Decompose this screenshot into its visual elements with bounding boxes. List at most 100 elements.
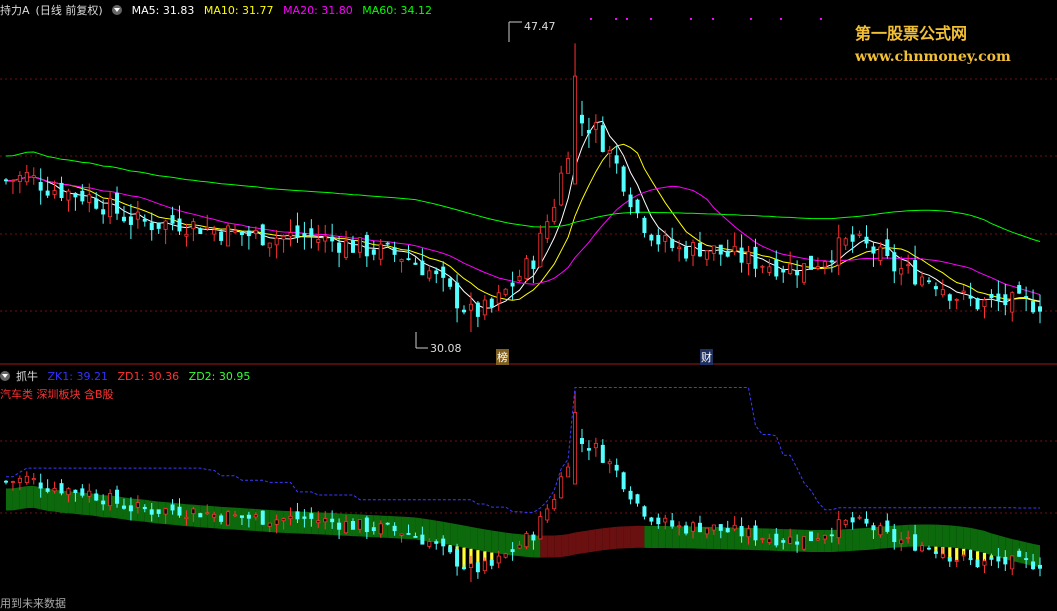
indicator-dropdown-icon[interactable]: [0, 371, 10, 381]
indicator-candle-body: [337, 522, 342, 530]
dropdown-icon[interactable]: [112, 5, 123, 15]
indicator-candle-body: [219, 515, 224, 522]
candle-body: [566, 158, 571, 174]
indicator-candle-body: [288, 515, 293, 520]
indicator-candle-body: [545, 508, 550, 521]
candle-body: [274, 237, 279, 246]
signal-dot: [712, 18, 714, 20]
candle-body: [864, 236, 869, 244]
candle-body: [406, 258, 411, 261]
candle-body: [385, 242, 390, 245]
indicator-candle-body: [239, 515, 244, 518]
indicator-candle-body: [704, 527, 709, 535]
indicator-candle-body: [732, 524, 737, 530]
indicator-candle-body: [510, 549, 515, 553]
ma60-line: [5, 151, 1041, 242]
indicator-candle-body: [788, 536, 793, 544]
band-red: [547, 535, 555, 558]
candle-body: [920, 276, 925, 286]
band-green: [866, 527, 874, 550]
indicator-candle-body: [434, 541, 439, 544]
indicator-candle-body: [989, 556, 994, 560]
candle-body: [781, 268, 786, 273]
indicator-candle-body: [899, 539, 904, 545]
moving-average-lines: [5, 120, 1041, 309]
signal-dot: [615, 18, 617, 20]
indicator-candle-body: [364, 517, 369, 533]
candle-body: [989, 293, 994, 299]
band-green: [498, 531, 506, 555]
indicator-candle-body: [87, 490, 92, 497]
indicator-candle-body: [427, 541, 432, 547]
indicator-candle-body: [829, 534, 834, 537]
band-red: [554, 534, 562, 558]
candle-body: [434, 270, 439, 275]
candle-body: [975, 298, 980, 310]
band-red: [609, 526, 617, 550]
band-green: [658, 526, 666, 549]
band-green: [672, 526, 680, 549]
indicator-candle-body: [475, 562, 480, 573]
event-marker-bang[interactable]: 榜: [496, 349, 509, 365]
indicator-candle-body: [253, 514, 258, 518]
indicator-candle-body: [913, 534, 918, 551]
indicator-candle-body: [725, 528, 730, 533]
indicator-candle-body: [746, 528, 751, 538]
candle-body: [233, 230, 238, 233]
period-label: (日线 前复权): [35, 4, 103, 17]
candle-body: [482, 299, 487, 316]
indicator-candle-body: [212, 514, 217, 518]
indicator-candle-body: [45, 488, 50, 492]
event-marker-cai[interactable]: 财: [700, 349, 713, 365]
candle-body: [142, 218, 147, 222]
candle-body: [184, 233, 189, 237]
indicator-candle-body: [975, 559, 980, 568]
band-red: [602, 527, 610, 551]
candle-body: [531, 260, 536, 269]
candle-body: [545, 221, 550, 239]
indicator-candle-body: [385, 522, 390, 525]
candle-body: [697, 242, 702, 257]
low-price-label: 30.08: [430, 342, 462, 355]
band-green: [457, 524, 465, 548]
candle-body: [829, 260, 834, 263]
zd1-value: ZD1: 30.36: [117, 370, 180, 383]
band-red: [616, 526, 624, 549]
indicator-candle-body: [177, 506, 182, 516]
band-green: [991, 533, 999, 558]
band-green: [984, 530, 992, 556]
candle-body: [31, 175, 36, 178]
candle-body: [226, 225, 231, 247]
candle-body: [767, 266, 772, 273]
candle-body: [684, 246, 689, 259]
indicator-candle-body: [552, 499, 557, 510]
indicator-candle-body: [295, 511, 300, 520]
candle-body: [670, 238, 675, 248]
candle-body: [788, 263, 793, 274]
indicator-candle-body: [753, 525, 758, 541]
candle-body: [586, 130, 591, 134]
candle-body: [871, 246, 876, 254]
indicator-candle-body: [649, 517, 654, 522]
indicator-candle-body: [940, 553, 945, 558]
indicator-candle-body: [378, 523, 383, 535]
indicator-candle-body: [642, 506, 647, 517]
candle-body: [642, 217, 647, 233]
candle-body: [441, 266, 446, 278]
indicator-candle-body: [267, 522, 272, 527]
band-green: [33, 485, 41, 510]
band-red: [637, 525, 645, 548]
band-green: [325, 512, 333, 535]
indicator-candle-body: [802, 536, 807, 550]
ma5-line: [5, 120, 1041, 309]
candle-body: [732, 245, 737, 253]
band-green: [651, 525, 659, 549]
indicator-candle-body: [774, 533, 779, 546]
candle-body: [246, 230, 251, 237]
indicator-candle-body: [205, 512, 210, 515]
candle-body: [510, 282, 515, 287]
indicator-candle-body: [233, 514, 238, 517]
indicator-candle-body: [350, 521, 355, 530]
band-green: [998, 535, 1006, 560]
chart-canvas[interactable]: 47.47 30.08: [0, 0, 1057, 610]
